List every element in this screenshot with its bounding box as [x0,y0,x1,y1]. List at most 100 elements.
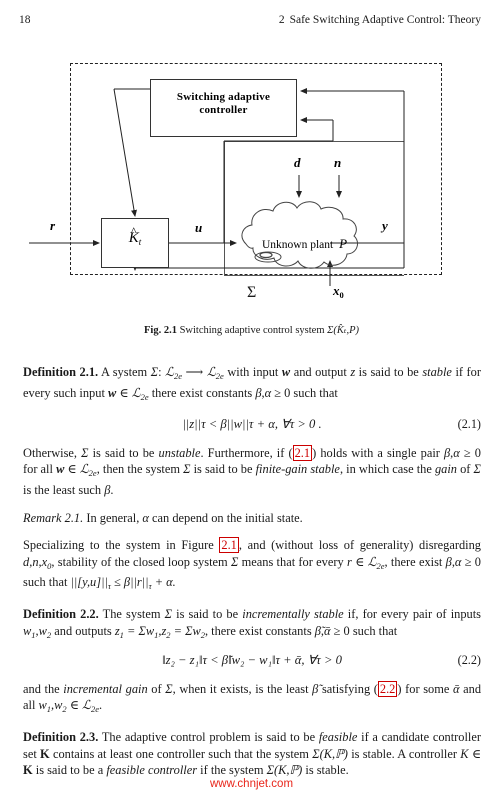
figure-2-1: Switching adaptive controller ^ Kt Unknow… [0,58,503,348]
equation-2-1: ||z||τ < β||w||τ + α, ∀τ > 0 . (2.1) [23,416,481,433]
para-4-b: of [151,681,162,696]
chapter-number: 2 [278,14,285,26]
chapter-title: 2 Safe Switching Adaptive Control: Theory [279,14,481,26]
chapter-title-text: Safe Switching Adaptive Control: Theory [289,14,481,26]
def-2-1-alpha: α [264,385,272,400]
para-3-sigma: Σ [230,554,239,569]
para-2-fgs: finite-gain stable [255,462,340,477]
para-2-f: , then the system [96,462,181,477]
para-2-a: Otherwise, [23,445,78,460]
def-2-3-c: contains at least one controller such th… [52,746,309,761]
plant-label: Unknown plant P [262,236,347,252]
def-2-1-text-g: ≥ 0 such that [274,385,338,400]
def-2-1-z: z [350,365,356,379]
watermark: www.chnjet.com [209,778,294,790]
def-2-1-l2e-3: ℒ [131,385,141,400]
def-2-3-feasible-controller: feasible controller [106,763,198,778]
def-2-1-l2e-1: ℒ [165,365,174,379]
def-2-2-incstable: incrementally stable [242,606,344,621]
signal-label-r: r [50,218,56,233]
plant-label-text: Unknown plant [262,239,334,251]
def-2-3-sigma-kp-1: Σ(K,ℙ) [312,746,348,761]
def-2-3-K-set: K [40,746,50,761]
signal-label-u: u [195,220,203,235]
def-2-1-w: w [281,365,291,379]
remark-2-1-alpha: α [142,510,149,525]
definition-2-2: Definition 2.2. The system Σ is said to … [23,606,481,640]
def-2-2-alpha-bar: ᾱ [324,623,331,638]
hat-accent-icon: ^ [130,224,137,238]
para-4-alpha-bar: ᾱ [452,681,460,696]
para-2-sigma-1: Σ [81,445,89,460]
para-3-a: Specializing to the system in Figure [23,538,214,553]
figure-caption-text: Switching adaptive control system [179,325,325,336]
para-3-b: , and (without loss of generality) disre… [238,538,481,553]
para-2-e: for all [23,462,53,477]
para-2-alpha: α [453,445,460,460]
para-3-beta: β [445,554,452,569]
def-2-3-d: is stable. A controller [351,746,457,761]
para-2-l2e-sub: 2e [88,468,97,479]
para-3-n: n [32,554,39,569]
para-4-beta-tilde: β̃ [312,681,319,696]
signal-label-x0: x0 [333,283,344,300]
figure-caption-number: Fig. 2.1 [143,325,177,336]
link-figure-2-1[interactable]: 2.1 [219,537,239,554]
def-2-2-z-eqs: z1 = Σw1,z2 = Σw2 [114,623,205,640]
def-2-2-beta-tilde: β̃ [314,623,321,638]
figure-caption-math: Σ(K̂ₜ,P) [327,325,360,336]
running-head: 18 2 Safe Switching Adaptive Control: The… [0,14,503,30]
def-2-2-w1w2: w1,w2 [23,623,52,640]
def-2-2-c: if, for every pair of inputs [347,606,481,621]
def-2-2-d: and outputs [54,623,112,638]
paragraph-unstable: Otherwise, Σ is said to be unstable. Fur… [23,444,481,497]
para-4-d: satisfying [321,681,371,696]
def-2-2-b: is said to be [176,606,239,621]
def-2-3-e: is said to be a [35,763,104,778]
equation-2-2-number: (2.2) [457,653,481,668]
remark-2-1-label: Remark 2.1. [23,510,84,525]
k-hat-controller-block: ^ Kt [101,218,169,268]
para-4-l2e-sub: 2e [90,704,99,715]
figure-caption: Fig. 2.1 Switching adaptive control syst… [0,324,503,336]
para-3-c: , stability of the closed loop system [51,554,228,569]
signal-label-y: y [382,218,388,233]
def-2-1-label: Definition 2.1. [23,365,99,379]
paragraph-specializing: Specializing to the system in Figure 2.1… [23,537,481,592]
def-2-1-text-c: and output [293,365,347,379]
def-2-1-beta: β [255,385,262,400]
link-equation-2-2[interactable]: 2.2 [377,680,398,697]
para-4-c: , when it exists, is the least [172,681,309,696]
remark-2-1-text-a: In general, [86,510,140,525]
def-2-3-feasible: feasible [318,729,358,744]
para-3-e: , there exist [384,554,443,569]
controller-label-line1: Switching adaptive [176,91,271,103]
para-4-gain: gain [125,681,148,696]
para-4-w1w2: w1,w2 [38,698,67,715]
def-2-1-text-a: A system [100,365,148,379]
x0-subscript: 0 [339,290,344,300]
def-2-2-sigma: Σ [164,606,172,621]
para-2-g: is said to be [193,462,253,477]
def-2-1-w2: w [108,385,117,400]
para-2-c: . Furthermore, if [200,445,285,460]
para-3-ineq: ||[y,u]||τ ≤ β||r||τ + α. [70,575,176,592]
para-2-sigma-2: Σ [183,462,191,477]
body-text: Definition 2.1. A system Σ: ℒ 2e ⟶ ℒ 2e w i… [23,364,481,790]
def-2-1-sub-2: 2e [215,371,224,381]
document-page: 18 2 Safe Switching Adaptive Control: The… [0,0,503,802]
equation-2-1-expression: ||z||τ < β||w||τ + α, ∀τ > 0 . [182,417,322,432]
equation-2-1-number: (2.1) [457,417,481,432]
def-2-1-colon: : [158,365,162,379]
definition-2-1: Definition 2.1. A system Σ: ℒ2e ⟶ ℒ2e wi… [23,365,482,402]
para-2-b: is said to be [92,445,155,460]
para-2-w: w [56,462,65,477]
para-2-d: holds with a single pair [320,445,440,460]
paragraph-incremental-gain: and the incremental gain of Σ, when it e… [23,680,482,715]
para-4-e: for some [405,681,450,696]
link-equation-2-1[interactable]: 2.1 [292,444,313,461]
def-2-1-arrow-icon: ⟶ [185,365,204,379]
def-2-3-label: Definition 2.3. [23,729,99,744]
remark-2-1: Remark 2.1. In general, α can depend on … [23,510,481,527]
page-number: 18 [19,14,31,26]
